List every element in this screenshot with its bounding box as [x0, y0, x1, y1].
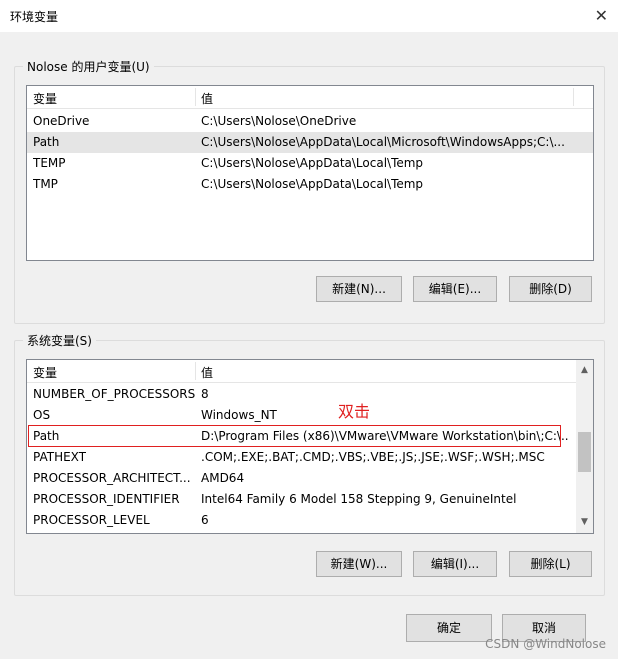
var-value: 6 — [201, 513, 209, 527]
var-value: C:\Users\Nolose\AppData\Local\Microsoft\… — [201, 135, 565, 149]
window-title: 环境变量 — [10, 10, 59, 24]
var-value: .COM;.EXE;.BAT;.CMD;.VBS;.VBE;.JS;.JSE;.… — [201, 450, 545, 464]
list-item[interactable]: Path C:\Users\Nolose\AppData\Local\Micro… — [27, 132, 593, 153]
column-header-value[interactable]: 值 — [201, 364, 213, 381]
column-divider[interactable] — [195, 362, 196, 380]
var-value: Windows_NT — [201, 408, 277, 422]
var-name: Path — [33, 135, 60, 149]
system-vars-group-label: 系统变量(S) — [23, 332, 96, 349]
var-name: TEMP — [33, 156, 66, 170]
list-item[interactable]: OS Windows_NT — [27, 405, 593, 426]
scrollbar-thumb[interactable] — [578, 432, 591, 472]
var-name: OS — [33, 408, 51, 422]
var-name: NUMBER_OF_PROCESSORS — [33, 387, 196, 401]
system-delete-button[interactable]: 删除(L) — [509, 551, 592, 577]
title-bar: 环境变量 ✕ — [0, 0, 618, 32]
list-header: 变量 值 — [27, 86, 593, 109]
list-header: 变量 值 — [27, 360, 593, 383]
scroll-up-icon[interactable]: ▲ — [576, 362, 593, 379]
annotation-text: 双击 — [338, 402, 371, 421]
var-value: Intel64 Family 6 Model 158 Stepping 9, G… — [201, 492, 517, 506]
var-name: PROCESSOR_ARCHITECT... — [33, 471, 191, 485]
var-value: C:\Users\Nolose\AppData\Local\Temp — [201, 156, 424, 170]
list-item[interactable]: PROCESSOR_LEVEL 6 — [27, 510, 593, 531]
column-header-variable[interactable]: 变量 — [33, 364, 57, 381]
column-divider[interactable] — [573, 88, 574, 106]
user-delete-button[interactable]: 删除(D) — [509, 276, 592, 302]
var-name: OneDrive — [33, 114, 90, 128]
list-item[interactable]: PATHEXT .COM;.EXE;.BAT;.CMD;.VBS;.VBE;.J… — [27, 447, 593, 468]
var-value: C:\Users\Nolose\AppData\Local\Temp — [201, 177, 424, 191]
user-vars-group-label: Nolose 的用户变量(U) — [23, 58, 154, 75]
var-value: AMD64 — [201, 471, 245, 485]
var-name: PROCESSOR_IDENTIFIER — [33, 492, 180, 506]
column-header-value[interactable]: 值 — [201, 90, 213, 107]
user-edit-button[interactable]: 编辑(E)... — [413, 276, 497, 302]
close-icon[interactable]: ✕ — [595, 6, 608, 25]
var-name: PATHEXT — [33, 450, 87, 464]
vertical-scrollbar[interactable]: ▲ ▼ — [576, 360, 593, 533]
list-item[interactable]: PROCESSOR_ARCHITECT... AMD64 — [27, 468, 593, 489]
watermark: CSDN @WindNolose — [485, 637, 606, 651]
system-edit-button[interactable]: 编辑(I)... — [413, 551, 497, 577]
var-value: 8 — [201, 387, 209, 401]
ok-button[interactable]: 确定 — [406, 614, 492, 642]
scroll-down-icon[interactable]: ▼ — [576, 514, 593, 531]
user-new-button[interactable]: 新建(N)... — [316, 276, 402, 302]
list-item[interactable]: TMP C:\Users\Nolose\AppData\Local\Temp — [27, 174, 593, 195]
var-name: PROCESSOR_LEVEL — [33, 513, 150, 527]
highlight-box — [28, 425, 561, 447]
list-item[interactable]: TEMP C:\Users\Nolose\AppData\Local\Temp — [27, 153, 593, 174]
system-new-button[interactable]: 新建(W)... — [316, 551, 402, 577]
list-item[interactable]: PROCESSOR_IDENTIFIER Intel64 Family 6 Mo… — [27, 489, 593, 510]
column-divider[interactable] — [195, 88, 196, 106]
var-name: TMP — [33, 177, 58, 191]
user-vars-list[interactable]: 变量 值 OneDrive C:\Users\Nolose\OneDrive P… — [26, 85, 594, 261]
var-value: C:\Users\Nolose\OneDrive — [201, 114, 357, 128]
list-item[interactable]: OneDrive C:\Users\Nolose\OneDrive — [27, 111, 593, 132]
list-item[interactable]: NUMBER_OF_PROCESSORS 8 — [27, 384, 593, 405]
column-header-variable[interactable]: 变量 — [33, 90, 57, 107]
